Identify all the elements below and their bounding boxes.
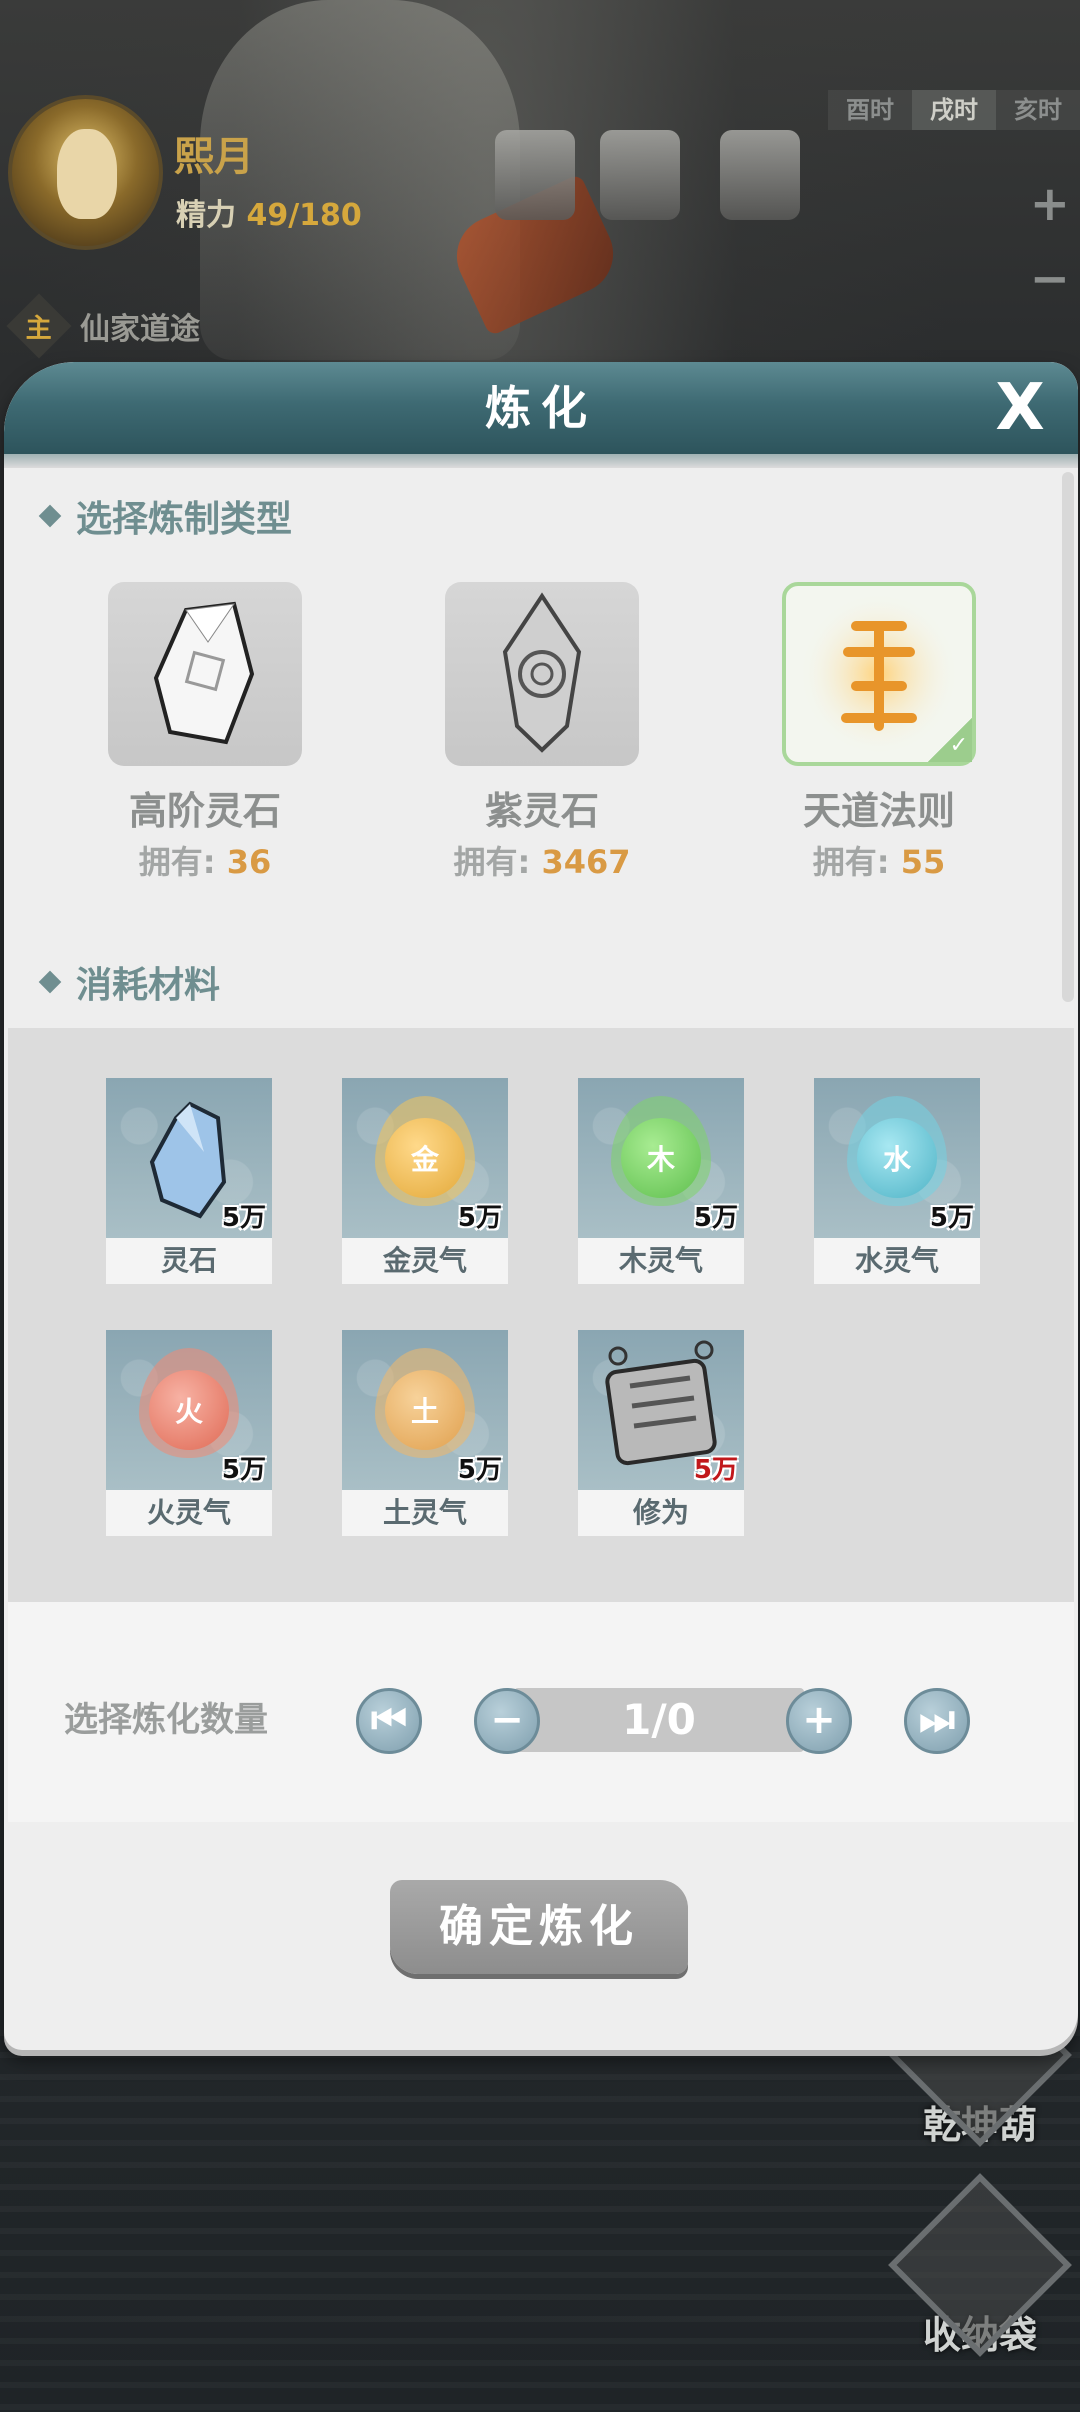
wood-orb-icon: 木 5万	[578, 1078, 744, 1238]
material-cultivation[interactable]: 5万 修为	[578, 1330, 744, 1536]
scrollbar[interactable]	[1062, 472, 1074, 1002]
quantity-decrease-button[interactable]: −	[474, 1688, 540, 1754]
earth-orb-icon: 土 5万	[342, 1330, 508, 1490]
material-count: 5万	[221, 1203, 266, 1233]
material-count: 5万	[457, 1203, 502, 1233]
type-heavenly-law[interactable]: ✓ 天道法则 拥有: 55	[749, 582, 1009, 883]
tools-icon[interactable]	[600, 130, 680, 220]
quest-text: 仙家道途	[80, 312, 200, 347]
quantity-value: 1/0	[622, 1695, 696, 1744]
quantity-max-button[interactable]: ⏭	[904, 1688, 970, 1754]
scroll-quest-icon[interactable]	[720, 130, 800, 220]
type-owned: 拥有: 55	[812, 843, 946, 881]
refine-dialog: 炼化 X 选择炼制类型 高阶灵石 拥有: 36 紫灵石 拥有: 3467 ✓ 天…	[4, 362, 1078, 2050]
quantity-min-button[interactable]: ⏮	[356, 1688, 422, 1754]
water-orb-icon: 水 5万	[814, 1078, 980, 1238]
material-label: 水灵气	[814, 1238, 980, 1284]
section-type-title: 选择炼制类型	[38, 490, 292, 542]
material-metal-qi[interactable]: 金 5万 金灵气	[342, 1078, 508, 1284]
type-name: 紫灵石	[484, 789, 599, 833]
material-water-qi[interactable]: 水 5万 水灵气	[814, 1078, 980, 1284]
player-avatar[interactable]	[8, 95, 163, 250]
material-fire-qi[interactable]: 火 5万 火灵气	[106, 1330, 272, 1536]
orb-glyph: 金	[385, 1118, 465, 1198]
orb-glyph: 水	[857, 1118, 937, 1198]
quantity-increase-button[interactable]: +	[786, 1688, 852, 1754]
metal-orb-icon: 金 5万	[342, 1078, 508, 1238]
bag-icon	[888, 2173, 1072, 2357]
time-tab-you[interactable]: 酉时	[828, 90, 912, 130]
material-label: 木灵气	[578, 1238, 744, 1284]
orb-glyph: 火	[149, 1370, 229, 1450]
time-tab-xu[interactable]: 戌时	[912, 90, 996, 130]
diamond-bullet-icon	[38, 504, 62, 528]
bell-icon[interactable]	[495, 130, 575, 220]
type-name: 高阶灵石	[128, 789, 281, 833]
type-owned: 拥有: 3467	[453, 843, 631, 881]
type-high-grade-spirit-stone[interactable]: 高阶灵石 拥有: 36	[75, 582, 335, 883]
diamond-bullet-icon	[38, 970, 62, 994]
energy-display: 精力 49/180	[176, 190, 362, 234]
material-label: 金灵气	[342, 1238, 508, 1284]
materials-panel: 5万 灵石 金 5万 金灵气 木 5万 木灵气 水 5万 水灵气 火 5万 火灵…	[8, 1028, 1074, 1602]
scroll-icon: 5万	[578, 1330, 744, 1490]
quantity-panel: 选择炼化数量 ⏮ 1/0 − + ⏭	[8, 1602, 1074, 1822]
dialog-title: 炼化	[485, 381, 597, 435]
material-label: 灵石	[106, 1238, 272, 1284]
energy-label: 精力	[176, 198, 236, 233]
quantity-label: 选择炼化数量	[64, 1700, 268, 1740]
storage-bag-button[interactable]: 收纳袋	[888, 2173, 1072, 2359]
time-tabs: 酉时 戌时 亥时	[828, 90, 1080, 130]
main-quest-tracker[interactable]: 主 仙家道途	[6, 293, 220, 359]
quest-badge: 主	[6, 293, 72, 359]
close-button[interactable]: X	[988, 376, 1052, 440]
confirm-refine-button[interactable]: 确定炼化	[390, 1880, 688, 1974]
high-grade-stone-icon	[108, 582, 302, 766]
material-spirit-stone[interactable]: 5万 灵石	[106, 1078, 272, 1284]
purple-stone-icon	[445, 582, 639, 766]
selected-check-icon: ✓	[928, 718, 972, 762]
material-label: 火灵气	[106, 1490, 272, 1536]
material-count: 5万	[929, 1203, 974, 1233]
zoom-out-button[interactable]: −	[1030, 255, 1070, 303]
orb-glyph: 木	[621, 1118, 701, 1198]
time-tab-hai[interactable]: 亥时	[996, 90, 1080, 130]
orb-glyph: 土	[385, 1370, 465, 1450]
energy-value: 49/180	[246, 198, 362, 233]
section-materials-title: 消耗材料	[38, 956, 220, 1008]
material-count-insufficient: 5万	[693, 1455, 738, 1485]
heavenly-law-icon: ✓	[782, 582, 976, 766]
type-name: 天道法则	[802, 789, 955, 833]
zoom-in-button[interactable]: +	[1030, 180, 1070, 228]
material-count: 5万	[457, 1455, 502, 1485]
type-owned: 拥有: 36	[138, 843, 272, 881]
material-count: 5万	[693, 1203, 738, 1233]
material-wood-qi[interactable]: 木 5万 木灵气	[578, 1078, 744, 1284]
material-earth-qi[interactable]: 土 5万 土灵气	[342, 1330, 508, 1536]
type-purple-spirit-stone[interactable]: 紫灵石 拥有: 3467	[412, 582, 672, 883]
material-count: 5万	[221, 1455, 266, 1485]
material-label: 土灵气	[342, 1490, 508, 1536]
avatar-face	[57, 129, 117, 219]
player-name: 熙月	[174, 134, 254, 180]
crystal-icon: 5万	[106, 1078, 272, 1238]
fire-orb-icon: 火 5万	[106, 1330, 272, 1490]
material-label: 修为	[578, 1490, 744, 1536]
